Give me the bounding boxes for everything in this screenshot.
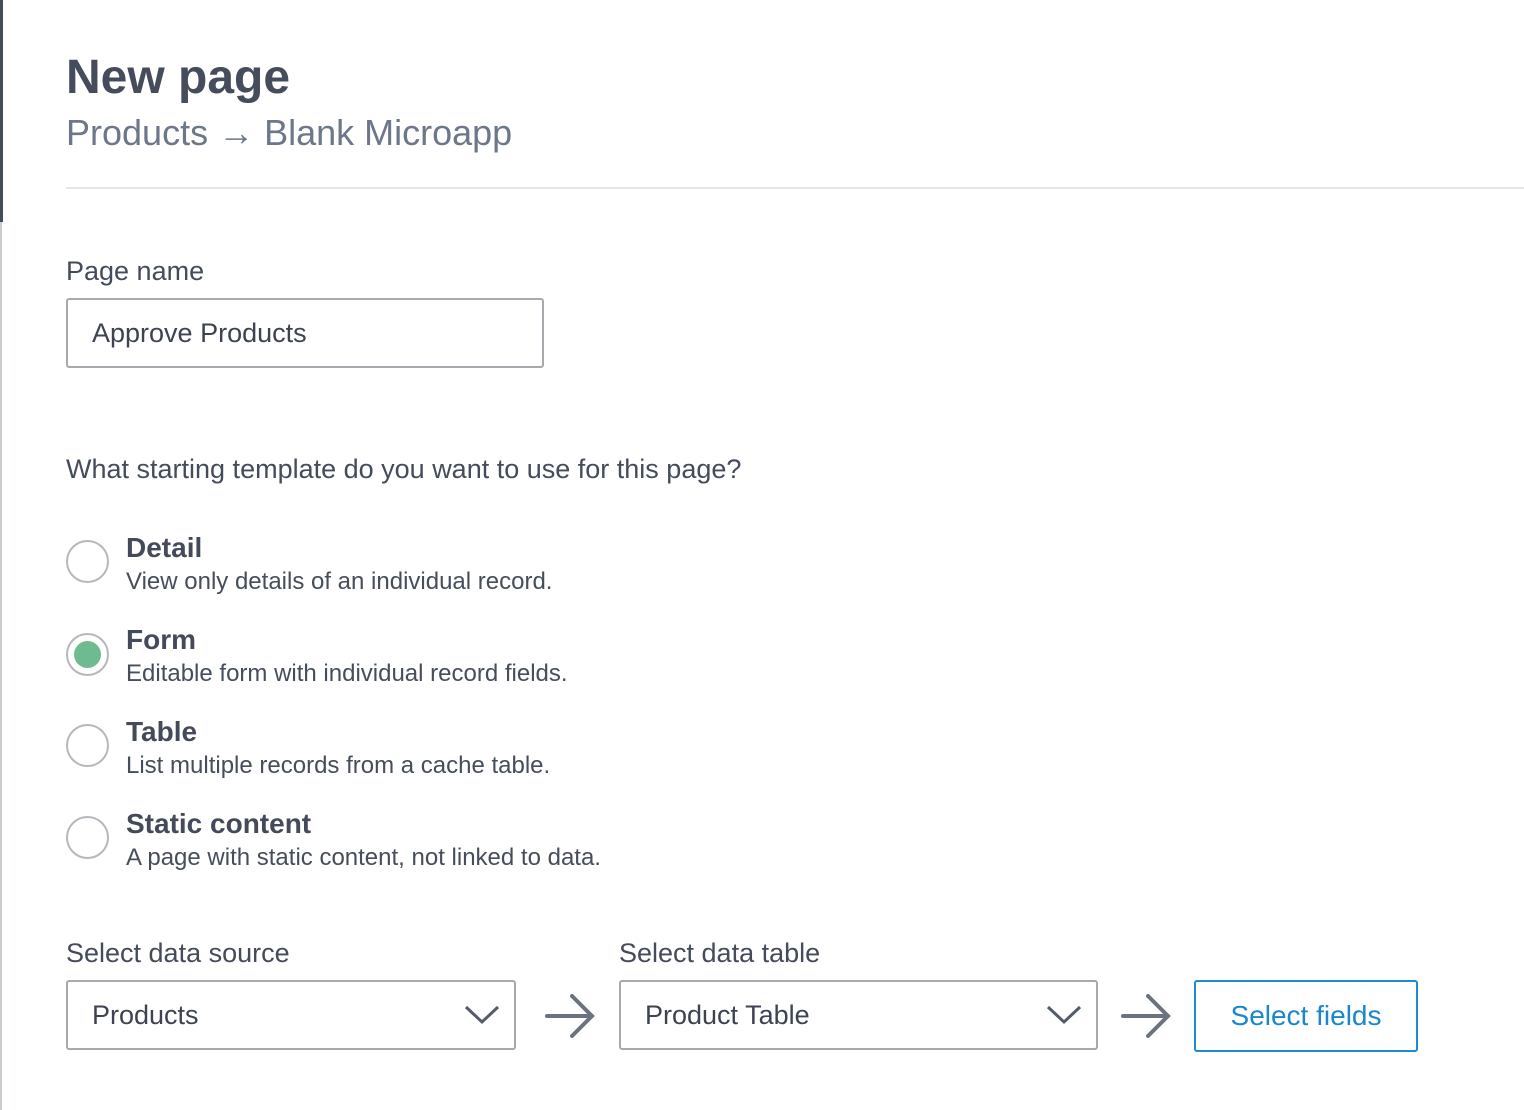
template-question: What starting template do you want to us…: [66, 454, 742, 484]
radio-selected-dot: [74, 641, 101, 668]
option-description: A page with static content, not linked t…: [126, 844, 601, 871]
data-source-label: Select data source: [66, 938, 290, 968]
data-table-value: Product Table: [645, 1000, 810, 1030]
option-description: Editable form with individual record fie…: [126, 660, 568, 687]
option-title: Detail: [126, 532, 203, 563]
option-description: View only details of an individual recor…: [126, 568, 553, 595]
breadcrumb: Products → Blank Microapp: [66, 112, 513, 153]
chevron-down-icon: [464, 1005, 500, 1025]
radio-table[interactable]: [66, 724, 109, 767]
option-title: Static content: [126, 808, 312, 839]
select-fields-button[interactable]: Select fields: [1194, 980, 1418, 1052]
page-name-label: Page name: [66, 256, 205, 286]
radio-form[interactable]: [66, 633, 109, 676]
arrow-right-icon: [1121, 994, 1171, 1038]
page-name-input[interactable]: Approve Products: [66, 298, 544, 368]
left-edge-border: [0, 0, 3, 222]
data-table-select[interactable]: Product Table: [619, 980, 1098, 1050]
data-source-value: Products: [92, 1000, 199, 1030]
data-table-label: Select data table: [619, 938, 821, 968]
option-description: List multiple records from a cache table…: [126, 752, 551, 779]
chevron-down-icon: [1046, 1005, 1082, 1025]
left-edge-border-lower: [0, 222, 2, 1110]
data-source-select[interactable]: Products: [66, 980, 516, 1050]
radio-detail[interactable]: [66, 540, 109, 583]
arrow-right-icon: [545, 994, 595, 1038]
header-divider: [66, 187, 1524, 189]
page-title: New page: [66, 51, 291, 104]
radio-static-content[interactable]: [66, 816, 109, 859]
option-title: Table: [126, 716, 198, 747]
option-title: Form: [126, 624, 196, 655]
